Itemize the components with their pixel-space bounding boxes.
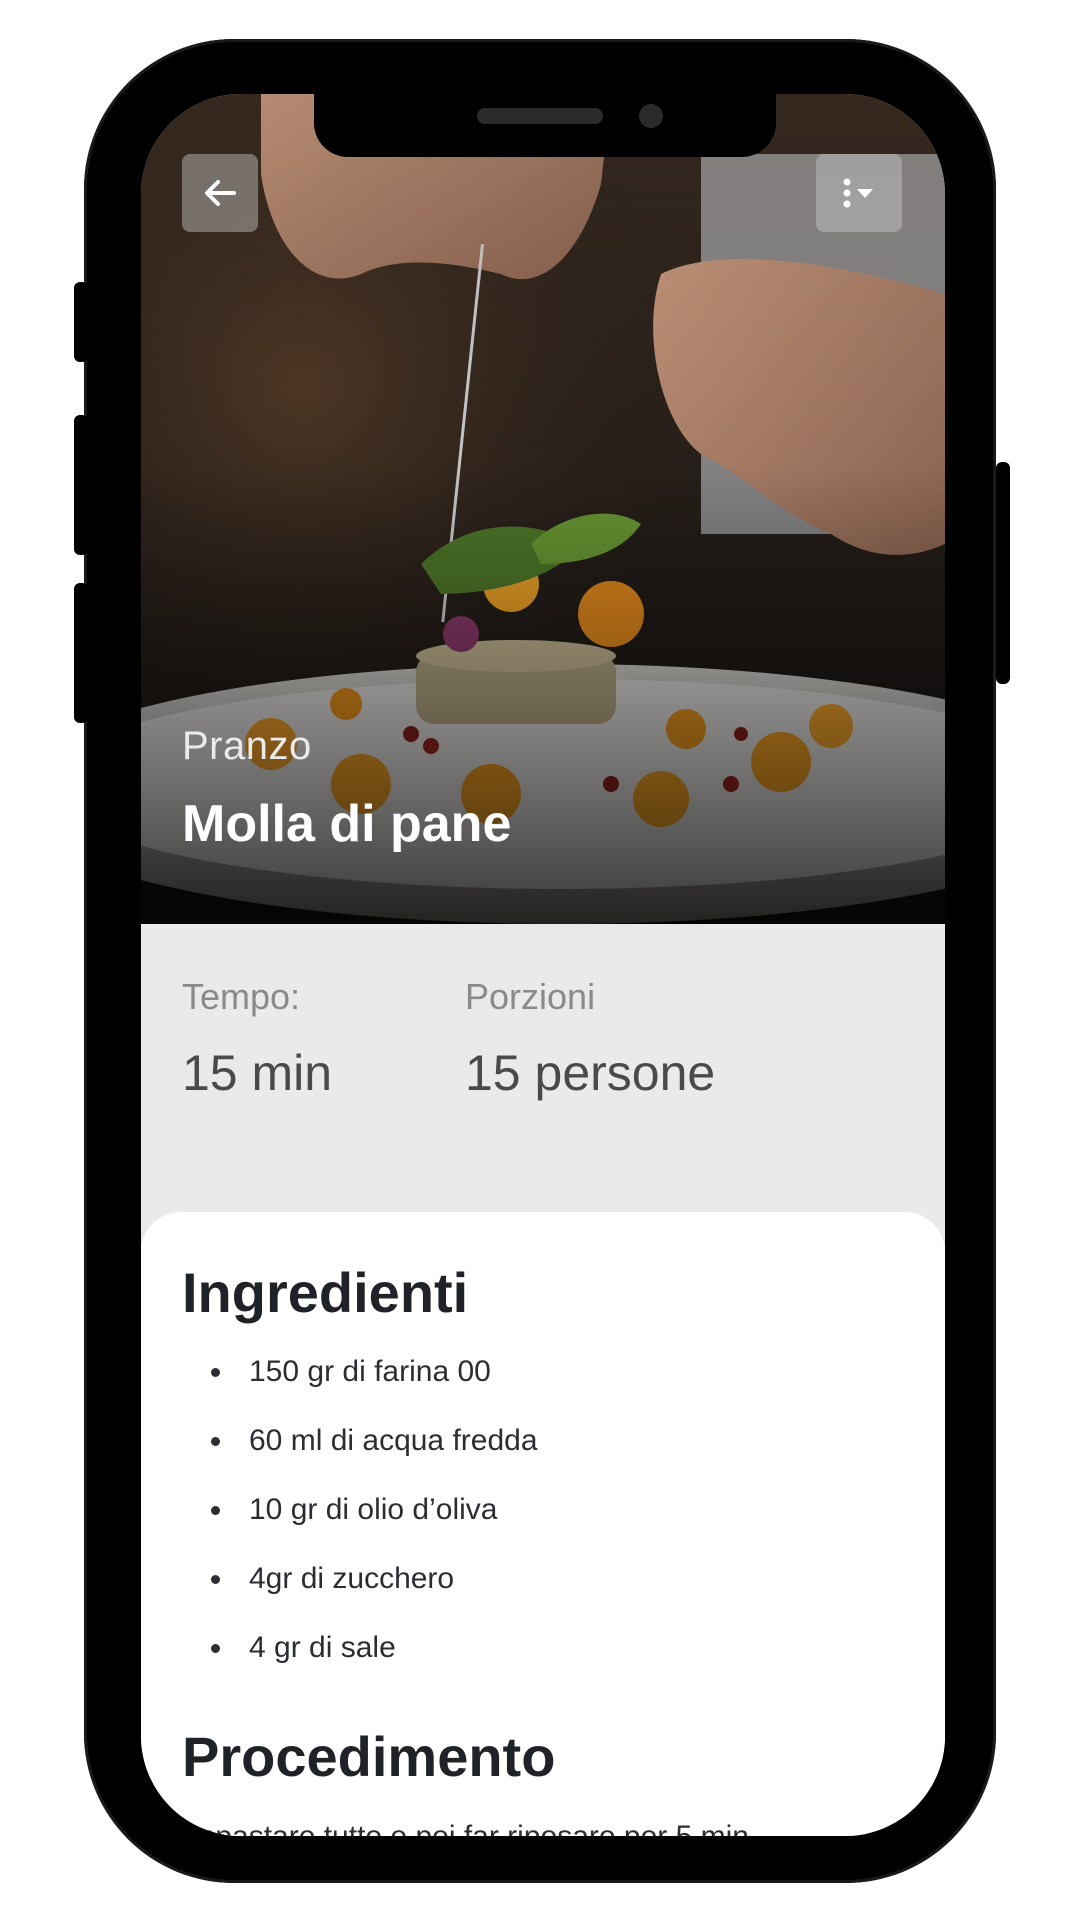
time-value: 15 min [182,1045,333,1101]
recipe-title: Molla di pane [182,795,512,853]
time-info: Tempo: 15 min [182,976,332,1104]
procedure-text: Impastare tutto e poi far riposare per 5… [182,1820,922,1836]
servings-info: Porzioni 15 persone [465,976,725,1104]
mute-switch [74,282,88,362]
power-button [996,462,1010,684]
app-screen: Pranzo Molla di pane Tempo: 15 min Porzi… [141,94,945,1836]
ingredients-heading: Ingredienti [182,1261,469,1324]
options-menu-button[interactable] [816,154,902,232]
servings-value: 15 persone [465,1045,716,1101]
volume-up-button [74,415,88,555]
recipe-info-panel: Tempo: 15 min Porzioni 15 persone [141,924,945,1244]
recipe-hero-image: Pranzo Molla di pane [141,94,945,924]
procedure-heading: Procedimento [182,1725,556,1788]
front-camera [639,104,663,128]
notch [314,94,776,157]
volume-down-button [74,583,88,723]
time-label: Tempo: [182,976,301,1017]
ingredient-item: 4gr di zucchero [211,1559,538,1628]
ingredient-item: 10 gr di olio d’oliva [211,1490,538,1559]
ingredient-item: 60 ml di acqua fredda [211,1421,538,1490]
servings-label: Porzioni [465,976,596,1017]
speaker-grille [477,108,603,124]
kebab-dropdown-icon [843,178,873,208]
ingredient-item: 4 gr di sale [211,1628,538,1697]
recipe-category: Pranzo [182,724,312,768]
back-button[interactable] [182,154,258,232]
arrow-left-icon [205,180,236,206]
ingredients-list: 150 gr di farina 00 60 ml di acqua fredd… [211,1352,538,1697]
ingredient-item: 150 gr di farina 00 [211,1352,538,1421]
recipe-content-card: Ingredienti 150 gr di farina 00 60 ml di… [141,1212,945,1836]
